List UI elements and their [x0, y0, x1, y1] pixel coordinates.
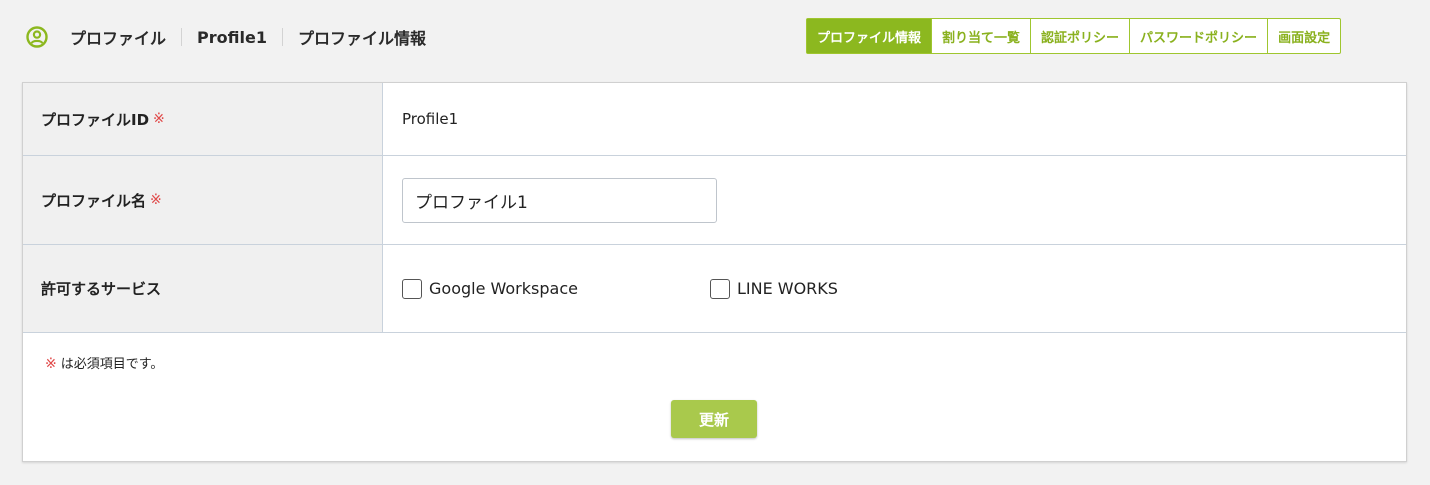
- services-label-cell: 許可するサービス: [23, 245, 383, 332]
- breadcrumb-item-profile[interactable]: プロファイル: [70, 25, 166, 49]
- breadcrumb-separator: [281, 28, 283, 46]
- profile-id-label-cell: プロファイルID ※: [23, 83, 383, 155]
- tab-assignment-list[interactable]: 割り当て一覧: [931, 19, 1030, 53]
- update-button[interactable]: 更新: [671, 400, 757, 438]
- profile-name-input[interactable]: [402, 177, 717, 223]
- page-header: プロファイル Profile1 プロファイル情報 プロファイル情報 割り当て一覧…: [0, 0, 1430, 76]
- services-checkbox-group: Google Workspace LINE WORKS: [402, 278, 838, 299]
- profile-name-value-cell: [383, 156, 1406, 244]
- form-row-profile-name: プロファイル名 ※: [23, 156, 1406, 245]
- line-works-option[interactable]: LINE WORKS: [709, 278, 838, 299]
- breadcrumb-separator: [181, 28, 183, 46]
- breadcrumb-item-current: プロファイル情報: [297, 29, 426, 48]
- required-note-text: は必須項目です。: [60, 357, 164, 372]
- services-value-cell: Google Workspace LINE WORKS: [383, 245, 1406, 332]
- tab-screen-settings[interactable]: 画面設定: [1267, 19, 1340, 53]
- profile-form-panel: プロファイルID ※ Profile1 プロファイル名 ※ 許可するサービス G…: [22, 82, 1407, 462]
- line-works-checkbox[interactable]: [709, 278, 730, 299]
- google-workspace-checkbox[interactable]: [402, 278, 422, 299]
- tab-auth-policy[interactable]: 認証ポリシー: [1030, 19, 1129, 53]
- profile-id-label: プロファイルID: [41, 110, 150, 129]
- required-mark: ※: [153, 111, 165, 127]
- tab-profile-info[interactable]: プロファイル情報: [807, 19, 932, 53]
- form-row-services: 許可するサービス Google Workspace LINE WORKS: [23, 245, 1406, 333]
- profile-name-label: プロファイル名: [41, 191, 147, 210]
- profile-id-value: Profile1: [402, 110, 459, 128]
- user-circle-icon: [26, 26, 48, 48]
- required-note: ※ は必須項目です。: [45, 353, 163, 372]
- required-mark: ※: [150, 192, 162, 208]
- tab-bar: プロファイル情報 割り当て一覧 認証ポリシー パスワードポリシー 画面設定: [806, 18, 1342, 54]
- line-works-label[interactable]: LINE WORKS: [737, 279, 838, 298]
- profile-name-label-cell: プロファイル名 ※: [23, 156, 383, 244]
- required-note-mark: ※: [45, 356, 57, 372]
- tab-password-policy[interactable]: パスワードポリシー: [1129, 19, 1267, 53]
- breadcrumb-item-profile-id[interactable]: Profile1: [197, 28, 267, 47]
- services-label: 許可するサービス: [41, 280, 162, 298]
- profile-id-value-cell: Profile1: [383, 83, 1406, 155]
- google-workspace-option[interactable]: Google Workspace: [402, 278, 578, 299]
- breadcrumb: プロファイル Profile1 プロファイル情報: [70, 24, 426, 50]
- google-workspace-label[interactable]: Google Workspace: [429, 279, 578, 298]
- form-row-profile-id: プロファイルID ※ Profile1: [23, 83, 1406, 156]
